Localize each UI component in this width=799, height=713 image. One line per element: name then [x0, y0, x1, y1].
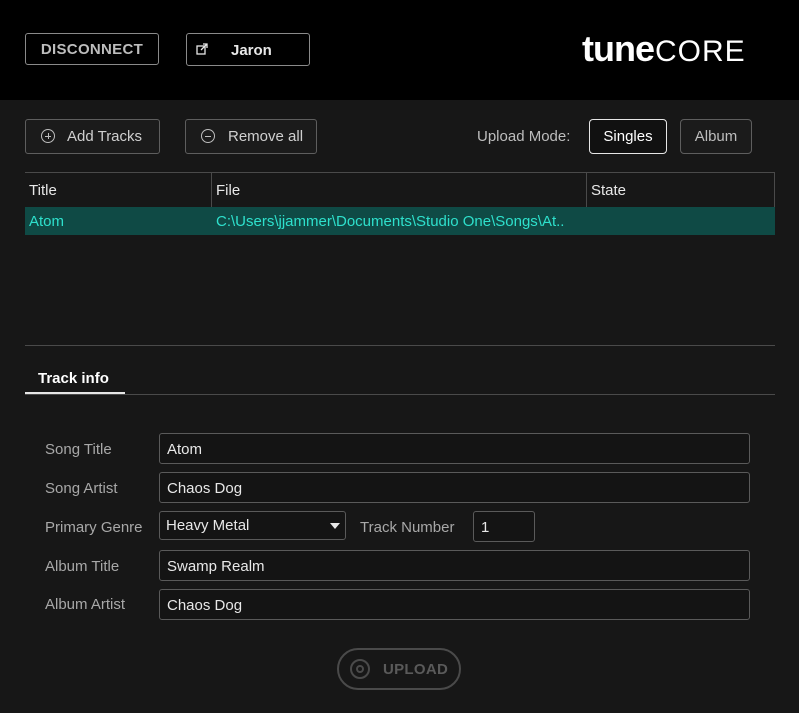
tab-divider [25, 394, 775, 395]
tunecore-logo: tune CORE [582, 28, 746, 69]
primary-genre-select[interactable]: Heavy Metal [159, 511, 346, 540]
column-header-state[interactable]: State [587, 173, 775, 207]
track-number-label: Track Number [360, 519, 455, 536]
row-file-cell: C:\Users\jjammer\Documents\Studio One\So… [216, 213, 565, 230]
song-title-label: Song Title [45, 441, 112, 458]
row-state-cell [587, 207, 775, 235]
add-tracks-button[interactable]: Add Tracks [25, 119, 160, 154]
user-name: Jaron [231, 42, 272, 59]
track-number-input[interactable]: 1 [473, 511, 535, 542]
tab-track-info[interactable]: Track info [25, 366, 125, 394]
mode-album-button[interactable]: Album [680, 119, 752, 154]
logo-tune-text: tune [582, 28, 655, 69]
row-title-cell: Atom [29, 213, 65, 230]
album-title-input[interactable]: Swamp Realm [159, 550, 750, 581]
table-divider [25, 345, 775, 346]
song-artist-label: Song Artist [45, 480, 118, 497]
upload-label: UPLOAD [383, 661, 449, 678]
column-header-file[interactable]: File [212, 173, 587, 207]
tab-track-info-label: Track info [38, 370, 109, 387]
external-link-icon [196, 43, 208, 55]
album-artist-label: Album Artist [45, 596, 126, 613]
song-title-input[interactable]: Atom [159, 433, 750, 464]
top-bar: DISCONNECT Jaron tune CORE [0, 0, 799, 100]
remove-all-button[interactable]: Remove all [185, 119, 317, 154]
column-header-title[interactable]: Title [25, 173, 212, 207]
song-artist-input[interactable]: Chaos Dog [159, 472, 750, 503]
primary-genre-value: Heavy Metal [166, 517, 250, 534]
upload-mode-label: Upload Mode: [477, 128, 571, 145]
minus-circle-icon [201, 129, 215, 143]
album-artist-input[interactable]: Chaos Dog [159, 589, 750, 620]
primary-genre-label: Primary Genre [45, 519, 143, 536]
plus-circle-icon [41, 129, 55, 143]
chevron-down-icon [330, 523, 340, 529]
remove-all-label: Remove all [228, 128, 304, 145]
tracks-table: Title File State Atom C:\Users\jjammer\D… [25, 172, 775, 346]
upload-button[interactable]: UPLOAD [337, 648, 461, 690]
mode-singles-button[interactable]: Singles [589, 119, 667, 154]
logo-core-text: CORE [655, 35, 746, 68]
disconnect-button[interactable]: DISCONNECT [25, 33, 159, 65]
user-account-button[interactable]: Jaron [186, 33, 310, 66]
table-header: Title File State [25, 173, 775, 207]
album-title-label: Album Title [45, 558, 120, 575]
table-row[interactable]: Atom C:\Users\jjammer\Documents\Studio O… [25, 207, 775, 235]
add-tracks-label: Add Tracks [67, 128, 143, 145]
upload-target-icon [350, 659, 370, 679]
